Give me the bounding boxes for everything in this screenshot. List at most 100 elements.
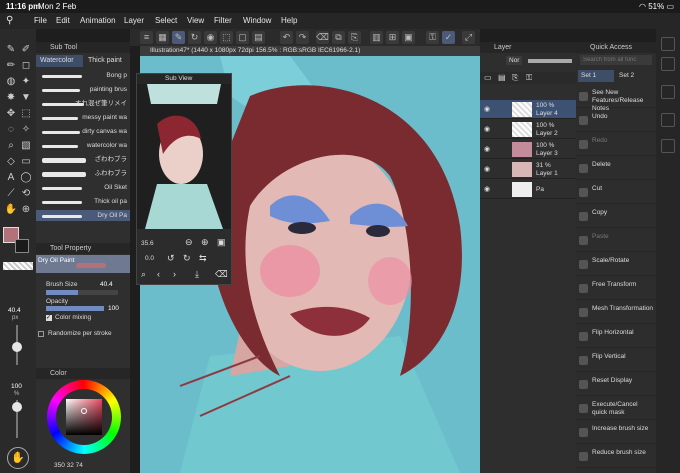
app-logo-icon[interactable]: ⚲ [6,15,13,26]
quick-access-item[interactable]: Flip Horizontal [576,326,656,348]
eye-icon[interactable]: ◉ [204,31,217,44]
brush-item-selected[interactable]: Dry Oil Pa [36,210,130,221]
select-icon[interactable]: ▢ [236,31,249,44]
eyedropper-icon[interactable]: ⌕ [141,269,146,280]
decoration-tool-icon[interactable]: ✸ [4,91,18,105]
delete-icon[interactable]: ⌫ [215,269,228,280]
ruler-tool-icon[interactable]: ⟋ [4,187,18,201]
transform-icon[interactable]: ⬚ [220,31,233,44]
quick-access-search[interactable] [580,55,652,65]
transparent-color-swatch[interactable] [3,262,33,270]
airbrush-tool-icon[interactable]: ✦ [19,75,33,89]
dock-history-icon[interactable] [661,113,675,127]
quick-access-item[interactable]: Copy [576,206,656,228]
hue-wheel[interactable] [47,380,121,454]
sub-color-swatch[interactable] [15,239,29,253]
balloon-tool-icon[interactable]: ◯ [19,171,33,185]
import-icon[interactable]: ⤓ [195,269,199,280]
subview-angle[interactable]: 0.0 [145,255,154,262]
layer-row[interactable]: ◉ 100 % Layer 4 [480,100,576,119]
layer-icon[interactable]: ▣ [402,31,415,44]
opacity-bar[interactable] [46,306,104,311]
blend-mode-select[interactable]: Nor [506,56,523,65]
menu-icon[interactable]: ≡ [140,31,153,44]
quick-access-item[interactable]: Delete [576,158,656,180]
quick-access-item[interactable]: Increase brush size [576,422,656,444]
clip-icon[interactable]: ⎘ [512,73,518,83]
quick-access-item[interactable]: Scale/Rotate [576,254,656,276]
quick-access-item[interactable]: Cut [576,182,656,204]
brush-size-slider-handle[interactable] [12,342,22,352]
pen-icon[interactable]: ✎ [172,31,185,44]
brush-size-value[interactable]: 40.4 [100,281,113,288]
layer-row[interactable]: ◉ 100 % Layer 2 [480,120,576,139]
eye-visible-icon[interactable]: ◉ [484,165,490,173]
saturation-value-square[interactable] [66,399,102,435]
brush-item[interactable]: Thick oil pa [36,196,130,207]
quick-access-item[interactable]: See New Features/Release Notes [576,86,656,112]
zoom-out-icon[interactable]: ⊖ [185,237,193,248]
ruler-icon[interactable]: ▥ [370,31,383,44]
quick-access-item[interactable]: Reset Display [576,374,656,396]
flip-icon[interactable]: ⇆ [199,253,207,264]
undo-icon[interactable]: ↶ [280,31,293,44]
menu-window[interactable]: Window [243,16,271,25]
dock-layer-icon[interactable] [661,37,675,51]
copy-icon[interactable]: ⧉ [332,31,345,44]
correction-tool-icon[interactable]: ⟲ [19,187,33,201]
brush-item[interactable]: dirty canvas wa [36,126,130,137]
touch-gesture-icon[interactable]: ✋ [7,447,29,469]
brush-item[interactable]: すれ混ぜ筆リメイ [36,98,130,109]
brush-item[interactable]: watercolor wa [36,140,130,151]
expand-icon[interactable] [38,331,44,337]
select-tool-icon[interactable]: ⬚ [19,107,33,121]
reference-image[interactable] [137,84,231,229]
color-picker-handle[interactable] [81,408,87,414]
eye-visible-icon[interactable]: ◉ [484,125,490,133]
rotate-right-icon[interactable]: ↻ [183,253,191,264]
figure-tool-icon[interactable]: ◇ [4,155,18,169]
tab-set-1[interactable]: Set 1 [578,70,614,82]
reference-icon[interactable]: ⊞ [386,31,399,44]
folder-icon[interactable]: ▤ [498,73,506,82]
prev-icon[interactable]: ‹ [157,269,160,279]
fit-view-icon[interactable]: ▣ [217,237,226,248]
clear-icon[interactable]: ⌫ [316,31,329,44]
grid-icon[interactable]: ▦ [156,31,169,44]
menu-help[interactable]: Help [281,16,297,25]
hand-tool-icon[interactable]: ✋ [4,203,18,217]
fill-tool-icon[interactable]: ▼ [19,91,33,105]
fill-icon[interactable]: ▤ [252,31,265,44]
eye-visible-icon[interactable]: ◉ [484,185,490,193]
menu-layer[interactable]: Layer [124,16,144,25]
quick-access-item[interactable]: Paste [576,230,656,252]
text-tool-icon[interactable]: A [4,171,18,185]
menu-edit[interactable]: Edit [56,16,70,25]
eyedropper-tool-icon[interactable]: ⌕ [4,139,18,153]
eye-visible-icon[interactable]: ◉ [484,145,490,153]
wand-tool-icon[interactable]: ✧ [19,123,33,137]
brush-item[interactable]: ふわわブラ [36,168,130,179]
gradient-tool-icon[interactable]: ▧ [19,139,33,153]
zoom-in-icon[interactable]: ⊕ [201,237,209,248]
pen-tool-icon[interactable]: ✎ [4,43,18,57]
color-mixing-checkbox[interactable]: ✓ [46,315,52,321]
new-layer-icon[interactable]: ▭ [484,73,492,82]
opacity-value[interactable]: 100 [108,305,119,312]
blend-tool-icon[interactable]: ◍ [4,75,18,89]
move-tool-icon[interactable]: ✥ [4,107,18,121]
menu-filter[interactable]: Filter [214,16,232,25]
lasso-tool-icon[interactable]: ◌ [4,123,18,137]
menu-file[interactable]: File [34,16,47,25]
quick-access-item[interactable]: Redo [576,134,656,156]
quick-access-item[interactable]: Reduce brush size [576,446,656,468]
opacity-slider-handle[interactable] [12,402,22,412]
pencil-tool-icon[interactable]: ✏ [4,59,18,73]
tab-thick-paint[interactable]: Thick paint [84,55,130,67]
fit-icon[interactable]: ⤢ [462,31,475,44]
layer-opacity-slider[interactable] [528,59,572,63]
brush-item[interactable]: Bong p [36,70,130,81]
zoom-tool-icon[interactable]: ⊕ [19,203,33,217]
menu-animation[interactable]: Animation [80,16,116,25]
rotate-icon[interactable]: ↻ [188,31,201,44]
